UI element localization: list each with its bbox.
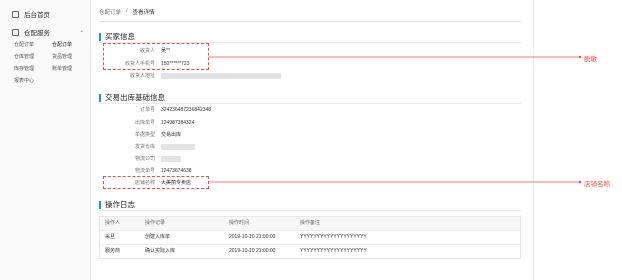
table-cell: 采旦 [105, 234, 116, 240]
section-marker [99, 93, 101, 102]
annotation-area [534, 0, 622, 280]
nav-group-warehouse[interactable]: 仓配服务 ⌄ [12, 27, 84, 37]
home-icon [12, 10, 19, 18]
section-title-basic: 交易出库基础信息 [99, 92, 165, 103]
sidebar-item[interactable]: 报表中心 [14, 77, 52, 84]
table-cell: 2019-10-10 21:00:00 [229, 234, 276, 240]
field-value: 124987384324 [161, 120, 195, 126]
sidebar-item[interactable]: 货品管理 [52, 53, 88, 60]
field-label: 物流单号 [134, 168, 155, 174]
column-header: 操作备注 [300, 220, 321, 226]
table-cell: YYYYYYYYYYYYYYYYYYYY [300, 234, 367, 240]
warehouse-icon [12, 28, 19, 36]
highlight-box-shop [103, 176, 209, 189]
nav-home-label: 后台首页 [24, 12, 50, 19]
table-cell: 服务商 [105, 248, 121, 254]
detail-row: 订单号 324236487236842348 [91, 106, 291, 114]
field-value: 324236487236842348 [161, 107, 212, 113]
column-header: 操作时间 [229, 220, 250, 226]
section-title-buyer: 买家信息 [99, 31, 135, 42]
field-label: 订单号 [139, 107, 155, 113]
divider [99, 21, 521, 22]
sidebar-item-active[interactable]: 仓配订单 [52, 41, 88, 48]
annotation-mask-label: 脱敏 [584, 56, 597, 63]
section-title-log: 操作日志 [99, 199, 135, 210]
sidebar: 后台首页 仓配服务 ⌄ 仓配订单 仓配订单 仓库管理 货品管理 库存管理 账单管… [0, 0, 91, 280]
field-label: 收货人地址 [129, 73, 155, 79]
nav-home[interactable]: 后台首页 [12, 9, 50, 19]
section-title-text: 买家信息 [105, 32, 135, 41]
detail-row: 物流公司 [91, 155, 291, 163]
annotation-shop-label: 店铺名称 [584, 181, 610, 188]
table-cell: 创建入库单 [145, 234, 171, 240]
section-marker [99, 200, 101, 209]
nav-group-label: 仓配服务 [24, 30, 50, 37]
detail-row: 物流单号 12473674638 [91, 167, 291, 175]
breadcrumb-parent[interactable]: 仓配订单 [99, 8, 121, 16]
field-label: 出库单号 [134, 120, 155, 126]
main-content: 仓配订单 / 查看详情 买家信息 收货人 吴** 收货人手机号 150*****… [91, 0, 533, 280]
table-cell: 确认实际入库 [145, 248, 176, 254]
blurred-value [161, 143, 195, 151]
section-marker [99, 32, 101, 41]
divider [99, 210, 521, 211]
sidebar-item[interactable]: 账单管理 [52, 65, 88, 72]
section-title-text: 交易出库基础信息 [105, 93, 165, 102]
detail-row: 发货仓库 [91, 143, 291, 151]
column-header: 操作记录 [145, 220, 166, 226]
highlight-box-masked [103, 43, 209, 70]
table-header: 操作人 操作记录 操作时间 操作备注 [100, 217, 520, 230]
section-title-text: 操作日志 [105, 200, 135, 209]
breadcrumb-separator: / [126, 8, 128, 14]
table-row: 采旦 创建入库单 2019-10-10 21:00:00 YYYYYYYYYYY… [100, 230, 520, 244]
field-value: 交易出库 [161, 132, 182, 138]
sidebar-item[interactable]: 仓配订单 [14, 41, 52, 48]
field-label: 单据类型 [134, 132, 155, 138]
field-label: 发货仓库 [134, 144, 155, 150]
column-header: 操作人 [105, 220, 121, 226]
divider [99, 103, 521, 104]
blurred-value [161, 155, 181, 163]
field-label: 物流公司 [134, 156, 155, 162]
blurred-address [161, 72, 281, 80]
sidebar-item[interactable]: 仓库管理 [14, 53, 52, 60]
sidebar-item[interactable]: 库存管理 [14, 65, 52, 72]
chevron-down-icon[interactable]: ⌄ [79, 27, 84, 34]
sidebar-submenu: 仓配订单 仓配订单 仓库管理 货品管理 库存管理 账单管理 报表中心 [14, 41, 88, 84]
field-value: 12473674638 [161, 168, 192, 174]
breadcrumb-current: 查看详情 [132, 10, 155, 16]
log-table: 操作人 操作记录 操作时间 操作备注 采旦 创建入库单 2019-10-10 2… [99, 216, 521, 259]
breadcrumb: 仓配订单 / 查看详情 [99, 8, 155, 16]
detail-row: 出库单号 124987384324 [91, 119, 291, 127]
buyer-address-row: 收货人地址 [91, 72, 291, 80]
table-cell: YYYYYYYYYYYYYYYYYYYY [300, 248, 367, 254]
table-row: 服务商 确认实际入库 2019-10-10 21:00:00 YYYYYYYYY… [100, 244, 520, 258]
detail-row: 单据类型 交易出库 [91, 131, 291, 139]
table-cell: 2019-10-10 21:00:00 [229, 248, 276, 254]
